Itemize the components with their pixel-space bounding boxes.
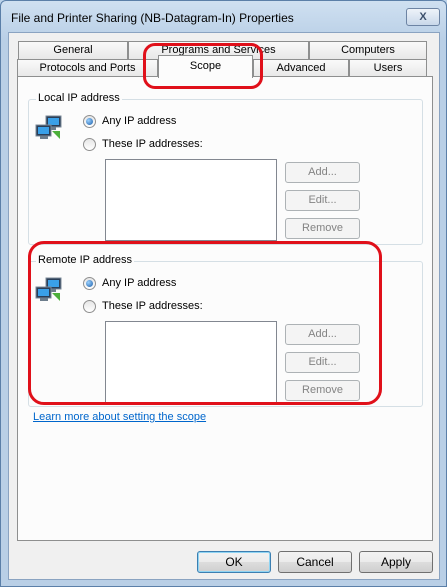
local-remove-button[interactable]: Remove [285, 218, 360, 239]
remote-these-radio-button[interactable] [83, 299, 96, 313]
tab-scope-label: Scope [189, 60, 222, 72]
local-remove-label: Remove [302, 222, 343, 234]
network-computers-icon [35, 115, 62, 139]
remote-add-label: Add... [308, 328, 337, 340]
local-add-button[interactable]: Add... [285, 162, 360, 183]
tab-advanced-label: Advanced [276, 62, 326, 74]
remote-ip-list[interactable] [105, 321, 277, 403]
remote-remove-button[interactable]: Remove [285, 380, 360, 401]
apply-button[interactable]: Apply [359, 551, 433, 573]
tab-scope[interactable]: Scope [158, 55, 253, 78]
tab-protocols-label: Protocols and Ports [39, 62, 136, 74]
local-these-label: These IP addresses: [102, 138, 203, 150]
local-any-radio-button[interactable] [83, 114, 96, 128]
remote-any-ip-radio[interactable]: Any IP address [83, 276, 176, 290]
network-computers-icon [35, 277, 62, 301]
local-ip-group-label: Local IP address [36, 92, 122, 104]
local-edit-label: Edit... [308, 194, 337, 206]
radio-selected-dot [86, 117, 93, 125]
remote-remove-label: Remove [302, 384, 343, 396]
close-icon: X [419, 11, 427, 23]
remote-ip-group-label: Remote IP address [36, 254, 134, 266]
scope-tab-panel: Local IP address Any IP address These IP… [17, 76, 433, 541]
remote-edit-button[interactable]: Edit... [285, 352, 360, 373]
window-title: File and Printer Sharing (NB-Datagram-In… [11, 11, 294, 25]
ok-button[interactable]: OK [197, 551, 271, 573]
properties-dialog: File and Printer Sharing (NB-Datagram-In… [0, 0, 447, 587]
title-bar[interactable]: File and Printer Sharing (NB-Datagram-In… [1, 1, 446, 31]
remote-these-label: These IP addresses: [102, 300, 203, 312]
cancel-label: Cancel [296, 555, 334, 569]
remote-any-label: Any IP address [102, 277, 177, 289]
apply-label: Apply [380, 555, 412, 569]
radio-selected-dot [86, 279, 93, 287]
cancel-button[interactable]: Cancel [278, 551, 352, 573]
tab-users-label: Users [373, 62, 403, 74]
local-ip-group: Local IP address Any IP address These IP… [28, 92, 423, 245]
local-edit-button[interactable]: Edit... [285, 190, 360, 211]
local-any-label: Any IP address [102, 115, 177, 127]
local-any-ip-radio[interactable]: Any IP address [83, 114, 176, 128]
tab-general-label: General [53, 44, 93, 56]
remote-edit-label: Edit... [308, 356, 337, 368]
local-these-radio-button[interactable] [83, 137, 96, 151]
remote-these-ip-radio[interactable]: These IP addresses: [83, 299, 203, 313]
tab-general[interactable]: General [18, 41, 128, 60]
local-ip-list[interactable] [105, 159, 277, 241]
remote-add-button[interactable]: Add... [285, 324, 360, 345]
close-button[interactable]: X [406, 8, 440, 26]
tab-computers-label: Computers [341, 44, 395, 56]
ok-label: OK [225, 555, 243, 569]
local-add-label: Add... [308, 166, 337, 178]
learn-more-scope-link[interactable]: Learn more about setting the scope [33, 411, 206, 423]
remote-ip-group: Remote IP address Any IP address These I… [28, 254, 423, 407]
remote-any-radio-button[interactable] [83, 276, 96, 290]
local-these-ip-radio[interactable]: These IP addresses: [83, 137, 203, 151]
tab-computers[interactable]: Computers [309, 41, 427, 60]
